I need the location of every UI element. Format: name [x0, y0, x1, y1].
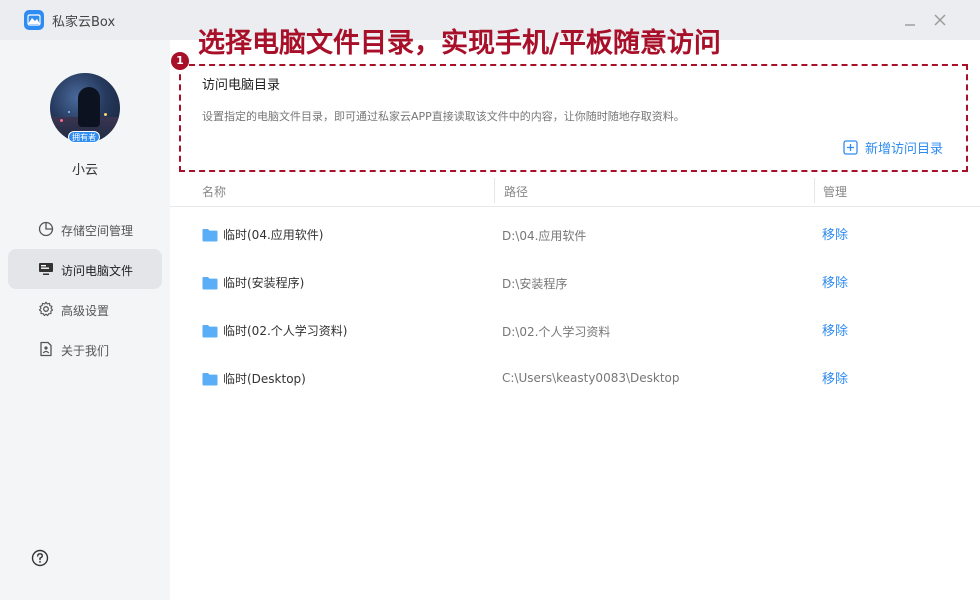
folder-name-cell: 临时(04.应用软件)	[202, 226, 323, 243]
folder-name: 临时(Desktop)	[223, 372, 306, 386]
add-directory-label: 新增访问目录	[865, 142, 944, 157]
table-row: 临时(02.个人学习资料) D:\02.个人学习资料 移除	[170, 306, 980, 354]
remove-button[interactable]: 移除	[822, 224, 848, 243]
close-button[interactable]	[928, 8, 952, 32]
question-mark-icon	[31, 549, 49, 567]
remove-button[interactable]: 移除	[822, 368, 848, 387]
monitor-icon	[39, 263, 53, 275]
app-title: 私家云Box	[52, 15, 116, 30]
minimize-icon	[905, 24, 915, 26]
column-header-manage: 管理	[823, 185, 848, 199]
help-button[interactable]	[31, 549, 49, 567]
close-icon	[934, 14, 946, 26]
section-title: 访问电脑目录	[202, 78, 281, 93]
sidebar-item-label: 高级设置	[61, 304, 110, 318]
folder-icon	[202, 324, 218, 337]
folder-path: C:\Users\keasty0083\Desktop	[502, 371, 680, 385]
username: 小云	[71, 163, 98, 178]
sidebar-item-label: 访问电脑文件	[61, 264, 134, 278]
sidebar-item-about-us[interactable]: 关于我们	[8, 329, 162, 369]
sidebar-item-advanced-settings[interactable]: 高级设置	[8, 289, 162, 329]
folder-name: 临时(02.个人学习资料)	[223, 324, 348, 338]
section-description: 设置指定的电脑文件目录，即可通过私家云APP直接读取该文件中的内容，让你随时随地…	[202, 110, 685, 123]
folder-path: D:\安装程序	[502, 277, 568, 291]
remove-button[interactable]: 移除	[822, 320, 848, 339]
table-row: 临时(Desktop) C:\Users\keasty0083\Desktop …	[170, 354, 980, 402]
sidebar: 拥有者 小云 存储空间管理 访问电脑文件 高级设置 关于我们	[0, 40, 170, 600]
folder-icon	[202, 228, 218, 241]
sidebar-item-access-pc-files[interactable]: 访问电脑文件	[8, 249, 162, 289]
folder-name: 临时(安装程序)	[223, 276, 305, 290]
gear-icon	[38, 301, 54, 317]
add-directory-button[interactable]: 新增访问目录	[843, 138, 943, 157]
column-divider	[814, 178, 815, 203]
table-row: 临时(04.应用软件) D:\04.应用软件 移除	[170, 210, 980, 258]
document-icon	[40, 341, 52, 357]
folder-path: D:\02.个人学习资料	[502, 325, 611, 339]
column-header-name: 名称	[202, 185, 227, 199]
folder-name-cell: 临时(02.个人学习资料)	[202, 322, 347, 339]
sidebar-item-label: 关于我们	[61, 344, 110, 358]
table-header: 名称 路径 管理	[170, 174, 980, 207]
pie-chart-icon	[38, 221, 54, 237]
folder-name-cell: 临时(Desktop)	[202, 370, 306, 387]
folder-icon	[202, 372, 218, 385]
folder-icon	[202, 276, 218, 289]
sidebar-item-storage[interactable]: 存储空间管理	[8, 209, 162, 249]
remove-button[interactable]: 移除	[822, 272, 848, 291]
minimize-button[interactable]	[898, 8, 922, 32]
folder-name-cell: 临时(安装程序)	[202, 274, 304, 291]
column-header-path: 路径	[504, 185, 529, 199]
table-row: 临时(安装程序) D:\安装程序 移除	[170, 258, 980, 306]
folder-name: 临时(04.应用软件)	[223, 228, 324, 242]
column-divider	[494, 178, 495, 203]
owner-badge: 拥有者	[68, 131, 100, 143]
add-square-icon	[843, 140, 858, 155]
sidebar-item-label: 存储空间管理	[61, 224, 134, 238]
headline-annotation: 选择电脑文件目录，实现手机/平板随意访问	[198, 28, 721, 59]
folder-path: D:\04.应用软件	[502, 229, 587, 243]
app-logo-icon	[24, 10, 44, 30]
step-marker: 1	[171, 52, 189, 70]
